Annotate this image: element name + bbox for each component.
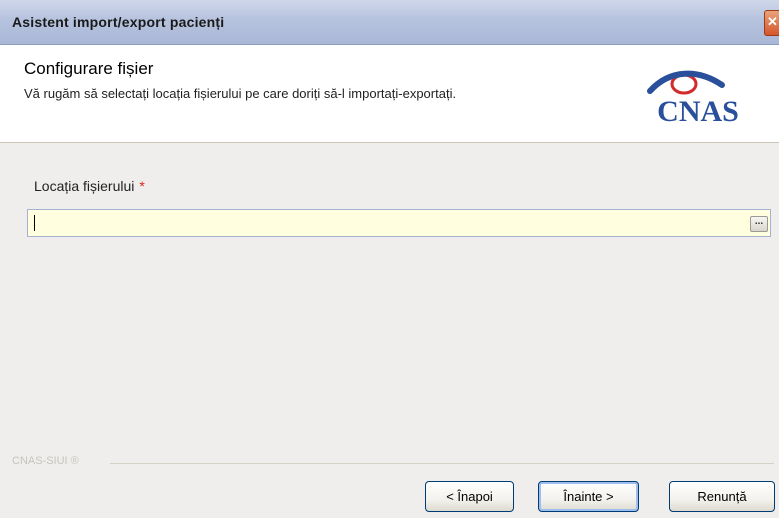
window-title: Asistent import/export pacienți [12,14,225,30]
file-location-label: Locația fișierului * [34,178,145,194]
close-button[interactable]: ✕ [764,10,779,36]
required-marker: * [139,178,145,194]
browse-button[interactable]: ... [747,209,771,237]
back-button[interactable]: < Înapoi [425,481,514,512]
page-description: Vă rugăm să selectați locația fișierului… [24,86,457,101]
text-cursor [34,215,35,231]
wizard-content: Locația fișierului * ... CNAS-SIUI ® < În… [0,143,779,518]
page-title: Configurare fișier [24,59,154,78]
window-titlebar: Asistent import/export pacienți ✕ [0,0,779,45]
footer-brand: CNAS-SIUI ® [12,455,79,467]
cnas-logo: CNAS [647,70,739,127]
close-icon: ✕ [767,14,778,29]
cancel-button[interactable]: Renunță [669,481,775,512]
next-button[interactable]: Înainte > [538,481,639,512]
footer-divider [110,463,774,464]
logo-arc-icon [647,70,725,94]
file-location-label-text: Locația fișierului [34,178,135,194]
browse-icon: ... [750,216,768,232]
logo-text: CNAS [657,95,739,127]
wizard-header: Configurare fișier Vă rugăm să selectați… [0,45,779,143]
file-location-input[interactable] [27,209,747,237]
